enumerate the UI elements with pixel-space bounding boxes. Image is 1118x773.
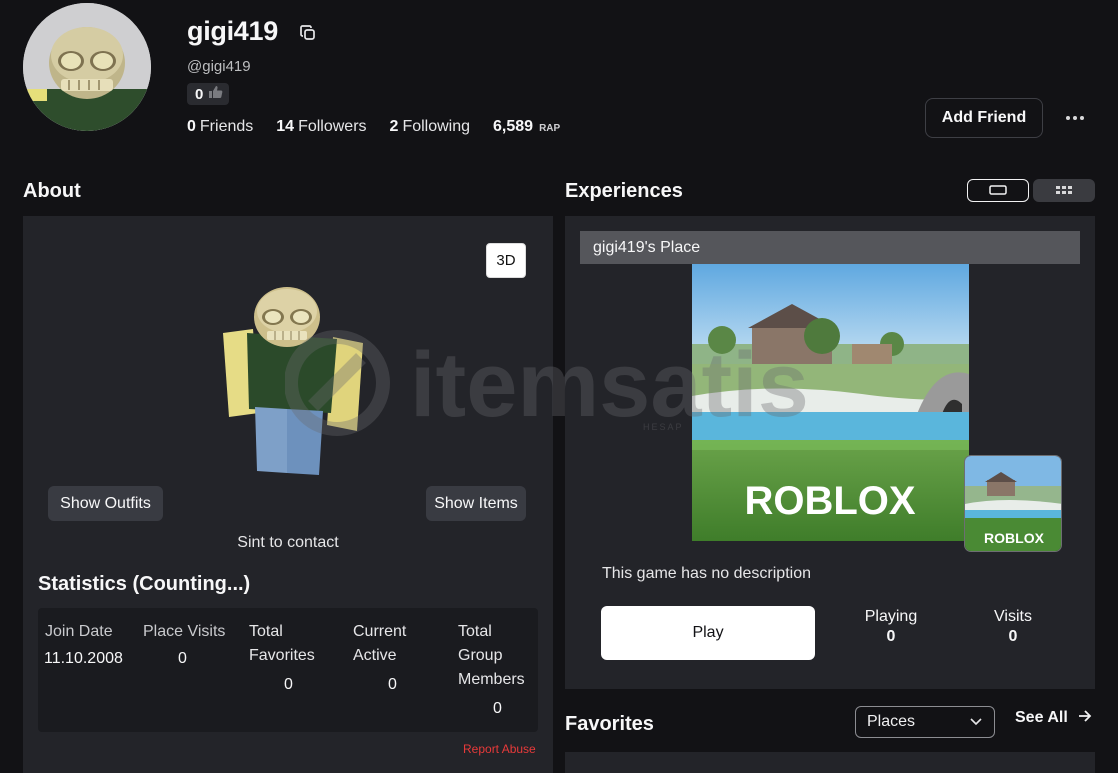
avatar-3d-render[interactable] <box>215 285 375 480</box>
current-active-label: Current Active <box>353 623 407 664</box>
favorites-filter-value: Places <box>867 713 916 730</box>
add-friend-button[interactable]: Add Friend <box>925 98 1043 138</box>
thumbs-up-icon <box>208 85 223 103</box>
group-members-value: 0 <box>493 700 502 717</box>
total-favorites-value: 0 <box>284 676 293 693</box>
followers-count: 14 <box>276 118 295 135</box>
profile-username: gigi419 <box>187 16 278 46</box>
following-count: 2 <box>389 118 399 135</box>
followers-label: Followers <box>298 118 367 135</box>
grid-view-icon <box>1055 182 1073 200</box>
see-all-label: See All <box>1015 709 1068 726</box>
more-options-icon[interactable] <box>1063 106 1087 130</box>
chevron-down-icon <box>970 713 982 731</box>
favorites-filter-select[interactable]: Places <box>855 706 995 738</box>
profile-handle: @gigi419 <box>187 58 251 75</box>
rap-stat: 6,589 RAP <box>493 118 560 136</box>
playing-label: Playing <box>864 608 918 625</box>
arrow-right-icon <box>1078 709 1092 727</box>
friends-stat[interactable]: 0 Friends <box>187 118 253 136</box>
place-visits-value: 0 <box>178 650 187 667</box>
place-description: This game has no description <box>602 565 811 582</box>
show-outfits-button[interactable]: Show Outfits <box>48 486 163 521</box>
badge-count: 0 <box>195 85 204 103</box>
group-members-label: Total Group Members <box>458 623 525 688</box>
total-favorites-label: Total Favorites <box>249 623 315 664</box>
about-heading: About <box>23 180 81 202</box>
place-visits-label: Place Visits <box>143 623 226 640</box>
list-view-icon <box>989 182 1007 200</box>
grid-view-toggle[interactable] <box>1033 179 1095 202</box>
visits-label: Visits <box>994 608 1032 625</box>
friends-count: 0 <box>187 118 196 135</box>
followers-stat[interactable]: 14 Followers <box>276 118 366 136</box>
playing-stat: Playing 0 <box>855 608 927 646</box>
visits-stat: Visits 0 <box>983 608 1043 646</box>
favorites-panel <box>565 752 1095 773</box>
favorites-heading: Favorites <box>565 713 654 735</box>
rap-label: RAP <box>539 123 561 134</box>
report-abuse-link[interactable]: Report Abuse <box>463 742 536 756</box>
mini-thumbnail-logo: ROBLOX <box>984 530 1045 546</box>
place-mini-thumbnail[interactable]: ROBLOX <box>964 455 1062 552</box>
list-view-toggle[interactable] <box>967 179 1029 202</box>
reputation-badge: 0 <box>187 83 230 105</box>
following-label: Following <box>402 118 471 135</box>
copy-icon[interactable] <box>299 24 317 42</box>
toggle-3d-button[interactable]: 3D <box>486 243 526 278</box>
following-stat[interactable]: 2 Following <box>390 118 471 136</box>
rap-value: 6,589 <box>493 118 534 135</box>
visits-value: 0 <box>1008 628 1018 645</box>
current-active-value: 0 <box>388 676 397 693</box>
profile-stats: 0 Friends 14 Followers 2 Following 6,589… <box>187 118 583 136</box>
experiences-heading: Experiences <box>565 180 683 202</box>
play-button[interactable]: Play <box>601 606 815 660</box>
see-all-link[interactable]: See All <box>1015 709 1092 727</box>
playing-value: 0 <box>886 628 896 645</box>
contact-text: Sint to contact <box>237 534 339 551</box>
thumbnail-logo: ROBLOX <box>744 479 915 523</box>
friends-label: Friends <box>199 118 254 135</box>
place-title-bar[interactable]: gigi419's Place <box>580 231 1080 264</box>
profile-avatar <box>23 3 151 131</box>
show-items-button[interactable]: Show Items <box>426 486 526 521</box>
statistics-title: Statistics (Counting...) <box>38 573 251 595</box>
place-name: gigi419's Place <box>593 238 701 256</box>
place-thumbnail[interactable]: ROBLOX <box>692 264 969 541</box>
join-date-value: 11.10.2008 <box>44 650 123 667</box>
join-date-label: Join Date <box>45 623 113 640</box>
